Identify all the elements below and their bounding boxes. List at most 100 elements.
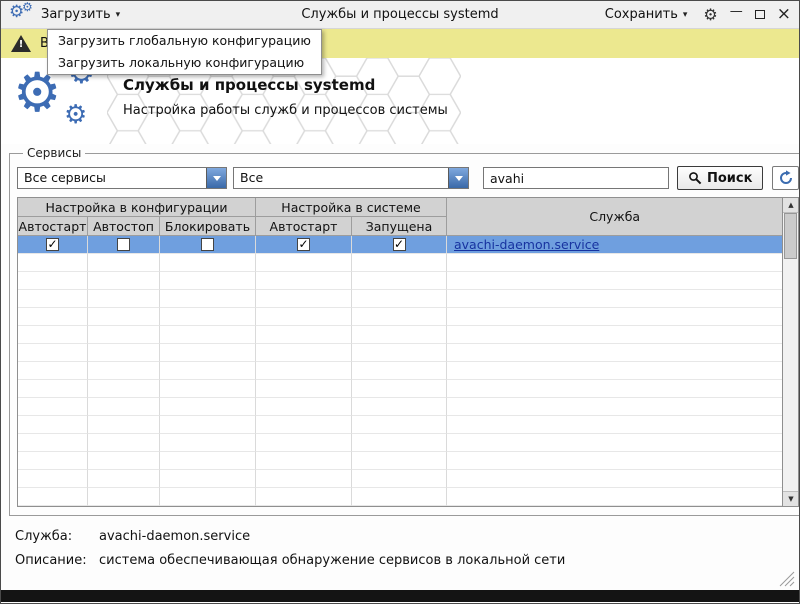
state-filter-select[interactable]: Все: [233, 167, 469, 189]
empty-cell: [447, 290, 782, 308]
checkbox-unchecked[interactable]: [88, 236, 160, 254]
empty-cell: [18, 272, 88, 290]
scrollbar-thumb[interactable]: [784, 213, 797, 259]
checkbox-checked[interactable]: ✓: [18, 236, 88, 254]
empty-cell: [18, 254, 88, 272]
empty-cell: [352, 434, 447, 452]
chevron-down-icon: [448, 168, 468, 188]
service-filter-select[interactable]: Все сервисы: [17, 167, 227, 189]
maximize-button[interactable]: [755, 10, 765, 19]
empty-cell: [352, 470, 447, 488]
refresh-button[interactable]: [772, 166, 799, 190]
details-panel: Служба: avachi-daemon.service Описание: …: [1, 516, 799, 568]
table-row-empty: [18, 416, 782, 434]
empty-cell: [447, 470, 782, 488]
empty-cell: [18, 434, 88, 452]
load-menu-label: Загрузить: [41, 7, 111, 22]
empty-cell: [88, 452, 160, 470]
description-value: система обеспечивающая обнаружение серви…: [99, 553, 565, 568]
empty-cell: [256, 326, 352, 344]
load-menu-button[interactable]: Загрузить ▾: [37, 4, 124, 25]
empty-cell: [447, 254, 782, 272]
description-label: Описание:: [15, 553, 99, 568]
column-header-autostop: Автостоп: [88, 217, 160, 236]
empty-cell: [18, 380, 88, 398]
empty-cell: [18, 344, 88, 362]
column-header-service: Служба: [447, 198, 782, 236]
page-title: Службы и процессы systemd: [123, 76, 448, 94]
table-row-empty: [18, 398, 782, 416]
empty-cell: [160, 380, 256, 398]
service-link[interactable]: avachi-daemon.service: [454, 237, 599, 252]
checkbox-unchecked[interactable]: [160, 236, 256, 254]
empty-cell: [352, 452, 447, 470]
service-cell: avachi-daemon.service: [447, 236, 782, 254]
table-row-empty: [18, 308, 782, 326]
empty-cell: [18, 362, 88, 380]
column-header-running: Запущена: [352, 217, 447, 236]
empty-cell: [256, 416, 352, 434]
scroll-down-button[interactable]: ▼: [783, 491, 798, 506]
table-row-empty: [18, 380, 782, 398]
service-filter-value: Все сервисы: [18, 168, 206, 188]
menu-item-load-local-config[interactable]: Загрузить локальную конфигурацию: [48, 52, 321, 74]
empty-cell: [447, 452, 782, 470]
empty-cell: [160, 254, 256, 272]
empty-cell: [256, 254, 352, 272]
chevron-down-icon: ▾: [683, 10, 688, 20]
save-menu-label: Сохранить: [605, 7, 678, 22]
empty-cell: [352, 326, 447, 344]
empty-cell: [160, 326, 256, 344]
empty-cell: [88, 488, 160, 506]
chevron-down-icon: ▾: [116, 10, 121, 20]
detail-description-row: Описание: система обеспечивающая обнаруж…: [15, 553, 785, 568]
menu-item-load-global-config[interactable]: Загрузить глобальную конфигурацию: [48, 30, 321, 52]
table-row[interactable]: ✓✓✓avachi-daemon.service: [18, 236, 782, 254]
empty-cell: [18, 308, 88, 326]
empty-cell: [256, 380, 352, 398]
empty-cell: [256, 272, 352, 290]
empty-cell: [88, 470, 160, 488]
empty-cell: [88, 416, 160, 434]
minimize-button[interactable]: —: [730, 5, 743, 18]
empty-cell: [256, 290, 352, 308]
save-menu-button[interactable]: Сохранить ▾: [601, 4, 692, 25]
scrollbar-track[interactable]: [783, 213, 798, 491]
services-groupbox: Сервисы Все сервисы Все Поиск: [9, 146, 800, 516]
search-input[interactable]: [483, 167, 669, 189]
table-scrollbar[interactable]: ▲ ▼: [782, 198, 798, 506]
service-value: avachi-daemon.service: [99, 529, 250, 544]
chevron-down-icon: [206, 168, 226, 188]
empty-cell: [88, 326, 160, 344]
empty-cell: [18, 452, 88, 470]
settings-gear-button[interactable]: ⚙: [703, 7, 717, 23]
maximize-icon: [755, 10, 765, 19]
empty-cell: [88, 308, 160, 326]
checkbox-checked[interactable]: ✓: [352, 236, 447, 254]
empty-cell: [256, 452, 352, 470]
state-filter-value: Все: [234, 168, 448, 188]
table-row-empty: [18, 344, 782, 362]
checkbox-checked[interactable]: ✓: [256, 236, 352, 254]
search-button[interactable]: Поиск: [677, 166, 763, 190]
empty-cell: [18, 326, 88, 344]
services-table: Настройка в конфигурации Настройка в сис…: [17, 197, 799, 507]
empty-cell: [352, 416, 447, 434]
page-subtitle: Настройка работы служб и процессов систе…: [123, 103, 448, 118]
empty-cell: [18, 398, 88, 416]
empty-cell: [352, 308, 447, 326]
gear-icon: ⚙: [64, 102, 87, 128]
table-row-empty: [18, 272, 782, 290]
resize-grip[interactable]: [777, 569, 795, 587]
titlebar-right: Сохранить ▾ ⚙ — ×: [601, 4, 791, 25]
table-row-empty: [18, 488, 782, 506]
detail-service-row: Служба: avachi-daemon.service: [15, 529, 785, 544]
close-button[interactable]: ×: [777, 6, 791, 23]
scroll-up-button[interactable]: ▲: [783, 198, 798, 213]
empty-cell: [160, 452, 256, 470]
table-row-empty: [18, 290, 782, 308]
service-label: Служба:: [15, 529, 99, 544]
empty-cell: [256, 470, 352, 488]
empty-cell: [88, 398, 160, 416]
empty-cell: [160, 290, 256, 308]
